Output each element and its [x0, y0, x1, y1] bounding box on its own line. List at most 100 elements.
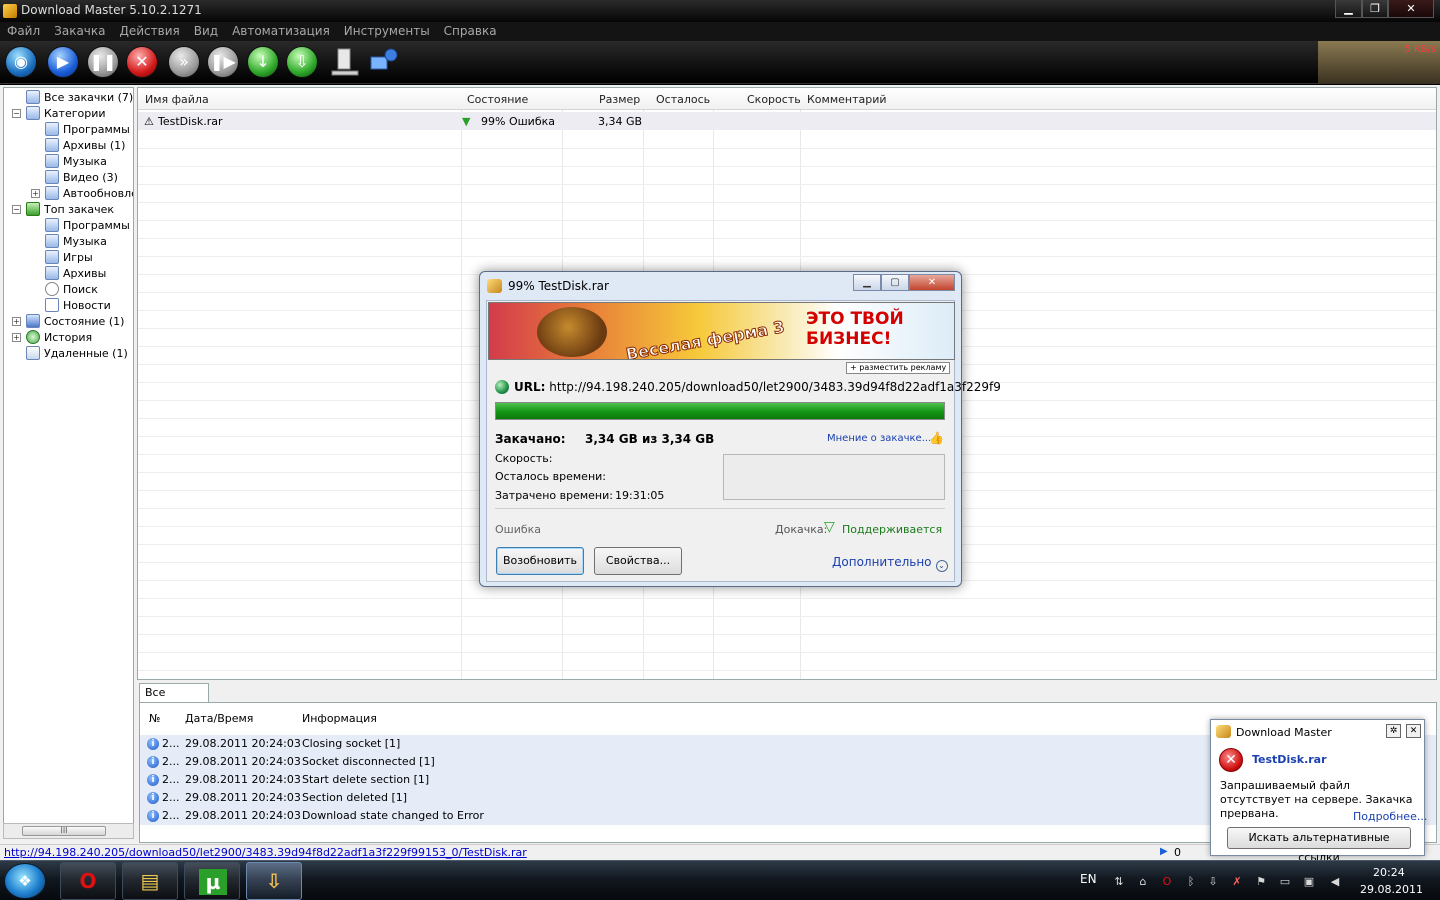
taskbar-utorrent[interactable]: µ — [184, 862, 240, 900]
close-button[interactable]: ✕ — [1388, 0, 1434, 18]
tray-monitor-icon[interactable]: ▣ — [1302, 875, 1316, 889]
tree-item-state[interactable]: + Состояние (1) — [12, 314, 124, 330]
menu-automation[interactable]: Автоматизация — [225, 22, 337, 38]
opinion-link[interactable]: Мнение о закачке... — [827, 433, 931, 444]
opera-icon: O — [79, 869, 97, 893]
expand-toggle[interactable]: + — [31, 189, 40, 198]
collapse-toggle[interactable]: − — [12, 109, 21, 118]
network-button[interactable] — [369, 47, 399, 77]
start-button[interactable]: ▶ — [47, 46, 79, 78]
col-left[interactable]: Осталось — [656, 93, 710, 106]
tray-opera-icon[interactable]: O — [1160, 875, 1174, 889]
tree-item-top-programs[interactable]: Программы — [45, 218, 130, 234]
thumbs-up-icon[interactable]: 👍 — [929, 431, 944, 445]
tree-item-top-archives[interactable]: Архивы — [45, 266, 106, 282]
pause-all-icon: ❚▶ — [210, 52, 236, 71]
col-comment[interactable]: Комментарий — [807, 93, 887, 106]
clock-date[interactable]: 29.08.2011 — [1360, 883, 1423, 896]
resume-value: Поддерживается — [842, 523, 943, 536]
maximize-button[interactable]: ❐ — [1362, 0, 1388, 18]
dialog-maximize-button[interactable]: ▢ — [881, 274, 909, 291]
col-speed[interactable]: Скорость — [747, 93, 801, 106]
menu-actions[interactable]: Действия — [113, 22, 187, 38]
col-state[interactable]: Состояние — [467, 93, 528, 106]
taskbar-explorer[interactable]: ▤ — [122, 862, 178, 900]
tray-download-icon[interactable]: ⇩ — [1206, 875, 1220, 889]
menu-help[interactable]: Справка — [437, 22, 504, 38]
notification-close-button[interactable]: ✕ — [1406, 724, 1421, 738]
tree-item-top-games[interactable]: Игры — [45, 250, 93, 266]
advanced-toggle[interactable]: Дополнительно ⌄ — [832, 555, 948, 572]
more-link[interactable]: Подробнее... — [1353, 810, 1427, 823]
tree-item-categories[interactable]: − Категории — [12, 106, 106, 122]
download-button[interactable]: ↓ — [247, 46, 279, 78]
tray-network-icon[interactable]: ⌂ — [1136, 875, 1150, 889]
expand-toggle[interactable]: + — [12, 317, 21, 326]
tree-item-label: Все закачки (7) — [44, 91, 134, 104]
col-filename[interactable]: Имя файла — [145, 93, 209, 106]
window-title: Download Master 5.10.2.1271 — [21, 3, 202, 17]
download-queue-button[interactable]: ⇩ — [286, 46, 318, 78]
tray-sync-icon[interactable]: ✗ — [1230, 875, 1244, 889]
find-alternative-links-button[interactable]: Искать альтернативные ссылки — [1227, 827, 1411, 864]
menu-view[interactable]: Вид — [187, 22, 225, 38]
pause-all-button[interactable]: ❚▶ — [207, 46, 239, 78]
properties-button[interactable]: Свойства... — [594, 547, 682, 575]
col-datetime[interactable]: Дата/Время — [185, 712, 253, 725]
language-indicator[interactable]: EN — [1080, 872, 1097, 886]
tray-flag-icon[interactable]: ⚑ — [1254, 875, 1268, 889]
tab-all-sections[interactable]: Все секции — [139, 683, 209, 716]
settings-button[interactable] — [330, 47, 360, 77]
tree-item-video[interactable]: Видео (3) — [45, 170, 118, 186]
col-number[interactable]: № — [149, 712, 160, 725]
start-all-button[interactable]: » — [168, 46, 200, 78]
col-size[interactable]: Размер — [599, 93, 640, 106]
scroll-thumb[interactable]: III — [22, 826, 106, 836]
tree-item-label: История — [44, 331, 93, 344]
taskbar-opera[interactable]: O — [60, 862, 116, 900]
menu-download[interactable]: Закачка — [47, 22, 112, 38]
expand-toggle[interactable]: + — [12, 333, 21, 342]
dialog-minimize-button[interactable]: ▁ — [853, 274, 881, 291]
tree-item-archives[interactable]: Архивы (1) — [45, 138, 125, 154]
tray-bluetooth-icon[interactable]: ᛒ — [1184, 875, 1198, 889]
taskbar-download-master[interactable]: ⇩ — [246, 862, 302, 900]
tree-item-top-music[interactable]: Музыка — [45, 234, 107, 250]
status-url-link[interactable]: http://94.198.240.205/download50/let2900… — [4, 846, 527, 859]
top-icon — [26, 202, 40, 216]
place-ad-link[interactable]: + разместить рекламу — [846, 362, 951, 374]
tree-item-search[interactable]: Поиск — [45, 282, 98, 298]
resume-button[interactable]: Возобновить — [496, 547, 584, 575]
windows-logo-icon: ❖ — [18, 872, 32, 890]
notification-filename[interactable]: TestDisk.rar — [1252, 753, 1327, 766]
pause-button[interactable]: ❚❚ — [87, 46, 119, 78]
tray-display-icon[interactable]: ▭ — [1278, 875, 1292, 889]
start-button[interactable]: ❖ — [4, 863, 46, 899]
tree-item-deleted[interactable]: Удаленные (1) — [26, 346, 128, 362]
ad-banner[interactable]: Веселая ферма 3 ЭТО ТВОЙ БИЗНЕС! — [488, 302, 955, 360]
tree-item-all-downloads[interactable]: Все закачки (7) — [26, 90, 133, 106]
tree-item-autoupdate[interactable]: + Автообновле — [31, 186, 133, 202]
tree-item-programs[interactable]: Программы (3 — [45, 122, 133, 138]
tree-item-music[interactable]: Музыка — [45, 154, 107, 170]
tree-item-top-downloads[interactable]: − Топ закачек — [12, 202, 114, 218]
collapse-toggle[interactable]: − — [12, 205, 21, 214]
col-info[interactable]: Информация — [302, 712, 377, 725]
table-row[interactable]: ⚠ TestDisk.rar ▼ 99% Ошибка 3,34 GB — [138, 112, 1436, 130]
tray-arrow-icon[interactable]: ⇅ — [1112, 875, 1126, 889]
notification-popup: Download Master ✲ ✕ ✕ TestDisk.rar Запра… — [1210, 719, 1427, 864]
menu-tools[interactable]: Инструменты — [337, 22, 437, 38]
dialog-close-button[interactable]: ✕ — [909, 274, 955, 291]
delete-button[interactable]: ✕ — [126, 46, 158, 78]
add-download-button[interactable]: ◉ — [5, 46, 37, 78]
url-value[interactable]: http://94.198.240.205/download50/let2900… — [549, 380, 1001, 394]
tray-volume-icon[interactable]: ◀ — [1328, 875, 1342, 889]
tree-item-history[interactable]: + История — [12, 330, 93, 346]
minimize-button[interactable]: ▁ — [1335, 0, 1362, 18]
play-icon: ▶ — [56, 52, 70, 71]
clock-time[interactable]: 20:24 — [1373, 866, 1405, 879]
tree-scrollbar[interactable]: III — [3, 823, 134, 839]
tree-item-news[interactable]: Новости — [45, 298, 111, 314]
notification-settings-button[interactable]: ✲ — [1386, 724, 1401, 738]
menu-file[interactable]: Файл — [0, 22, 47, 38]
